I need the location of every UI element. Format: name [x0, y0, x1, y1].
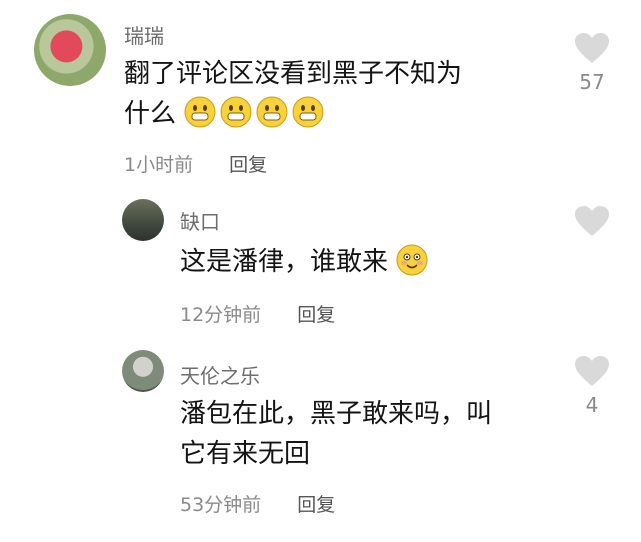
comment-meta: 1小时前 回复 [124, 150, 267, 177]
comment-author[interactable]: 天伦之乐 [180, 360, 260, 389]
comment-text-line: 什么 [124, 94, 462, 134]
reply-button[interactable]: 回复 [297, 304, 335, 326]
comment-text-line: 它有来无回 [180, 439, 311, 469]
heart-icon [575, 33, 609, 63]
comment-text-fragment: 什么 [124, 99, 177, 129]
comment-meta: 12分钟前 回复 [180, 300, 335, 327]
comment-meta: 53分钟前 回复 [180, 490, 335, 517]
avatar[interactable] [122, 199, 164, 241]
comment-time: 53分钟前 [180, 494, 262, 516]
comment-time: 1小时前 [124, 154, 194, 176]
avatar[interactable] [122, 350, 164, 392]
comment-text: 翻了评论区没看到黑子不知为 什么 [124, 54, 462, 134]
comment-text-line: 翻了评论区没看到黑子不知为 [124, 59, 463, 89]
reply-button[interactable]: 回复 [229, 154, 267, 176]
grin-emoji [256, 96, 288, 128]
like-count: 57 [579, 70, 605, 94]
smile-emoji [396, 244, 428, 276]
comment-text-fragment: 这是潘律，谁敢来 [180, 247, 389, 277]
comment-text: 潘包在此，黑子敢来吗，叫 它有来无回 [180, 394, 492, 474]
comment-text-line: 潘包在此，黑子敢来吗，叫 [180, 399, 493, 429]
comment-text: 这是潘律，谁敢来 [180, 242, 432, 282]
grin-emoji [184, 96, 216, 128]
heart-icon [575, 356, 609, 386]
grin-emoji [220, 96, 252, 128]
like-count: 4 [585, 393, 599, 417]
reply-button[interactable]: 回复 [297, 494, 335, 516]
comment-author[interactable]: 缺口 [180, 206, 220, 235]
heart-icon [575, 206, 609, 236]
like-button[interactable] [568, 205, 616, 243]
grin-emoji [292, 96, 324, 128]
like-button[interactable]: 4 [568, 355, 616, 417]
comment-author[interactable]: 瑞瑞 [124, 20, 164, 49]
like-button[interactable]: 57 [568, 32, 616, 94]
avatar[interactable] [34, 14, 106, 86]
comment-time: 12分钟前 [180, 304, 262, 326]
